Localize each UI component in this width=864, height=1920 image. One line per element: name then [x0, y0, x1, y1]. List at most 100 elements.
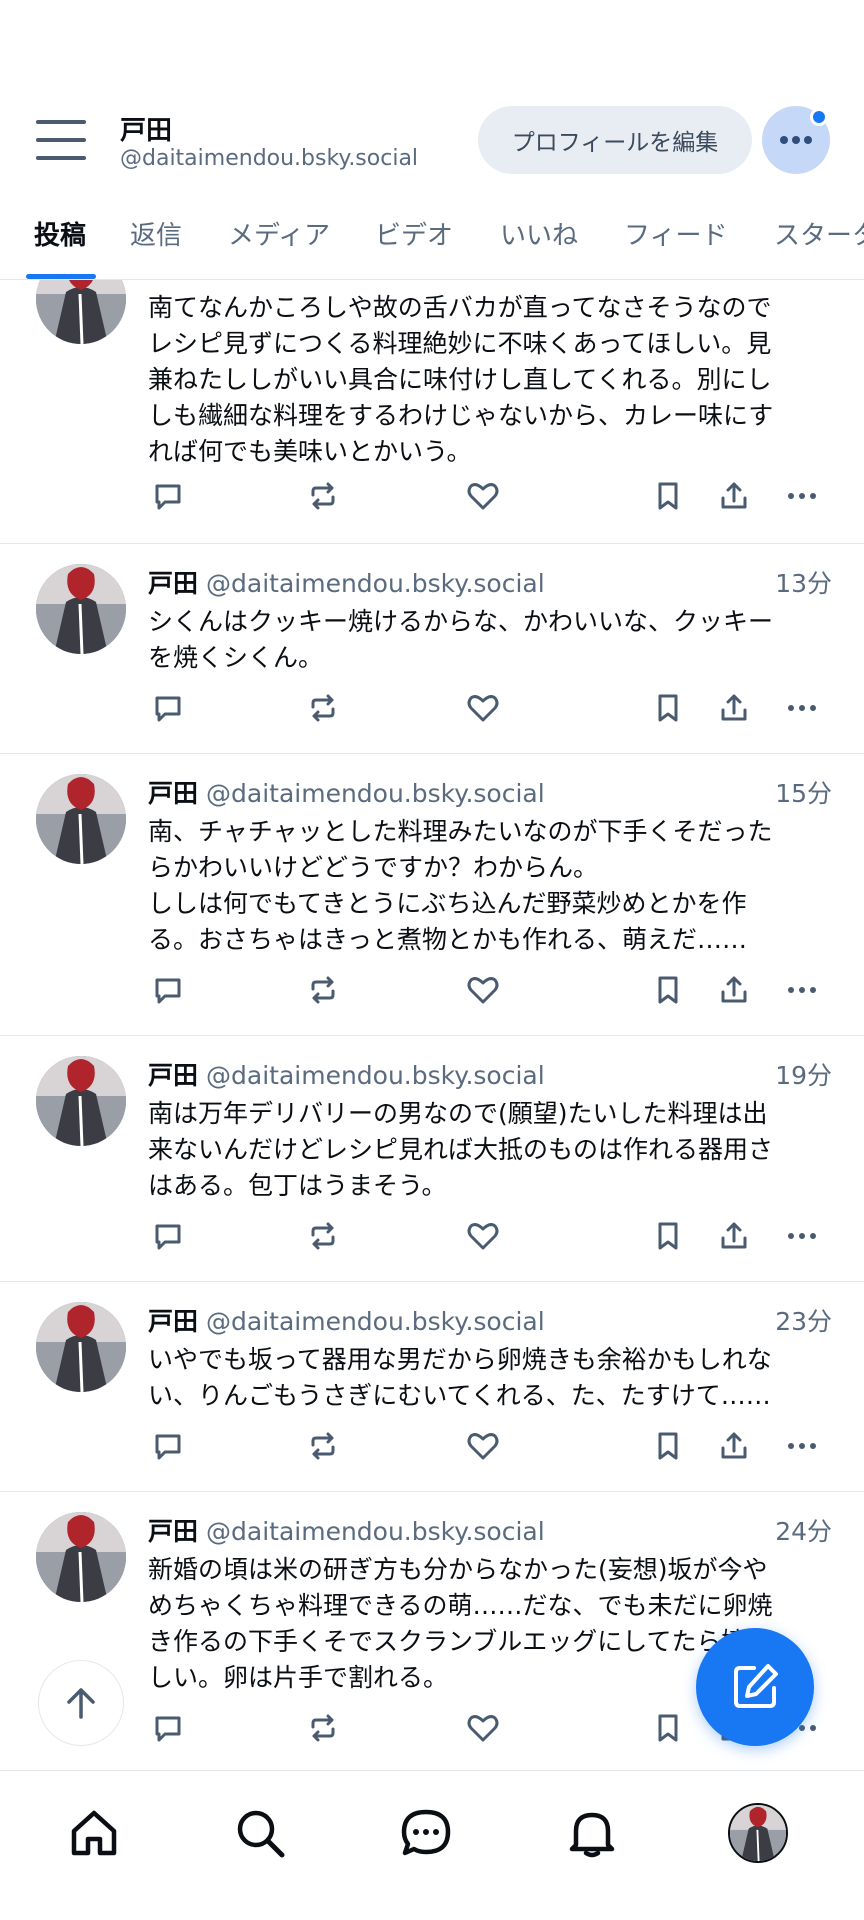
avatar[interactable] [36, 1302, 126, 1392]
repost-icon[interactable] [303, 476, 343, 516]
profile-handle: @daitaimendou.bsky.social [120, 146, 419, 171]
chat-icon[interactable] [394, 1801, 458, 1865]
post-author[interactable]: 戸田 [148, 1517, 198, 1546]
search-icon[interactable] [228, 1801, 292, 1865]
profile-avatar[interactable] [726, 1801, 790, 1865]
like-icon[interactable] [463, 476, 503, 516]
repost-icon[interactable] [303, 688, 343, 728]
post-handle[interactable]: @daitaimendou.bsky.social [206, 779, 545, 808]
like-icon[interactable] [463, 688, 503, 728]
post-actions [148, 1426, 838, 1466]
reply-icon[interactable] [148, 1708, 188, 1748]
repost-icon[interactable] [303, 1708, 343, 1748]
active-tab-indicator [26, 274, 96, 279]
post-item[interactable]: 戸田 @daitaimendou.bsky.social 19分 南は万年デリバリ… [0, 1036, 864, 1282]
bookmark-icon[interactable] [648, 476, 688, 516]
post-text: 南は万年デリバリーの男なので(願望)たいした料理は出 来ないんだけどレシピ見れば… [148, 1099, 774, 1200]
share-icon[interactable] [714, 1426, 754, 1466]
post-header: 戸田 @daitaimendou.bsky.social 19分 [148, 1056, 832, 1092]
avatar[interactable] [36, 564, 126, 654]
post-header: 戸田 @daitaimendou.bsky.social 23分 [148, 1302, 832, 1338]
profile-more-button[interactable] [762, 106, 830, 174]
like-icon[interactable] [463, 970, 503, 1010]
more-icon[interactable] [782, 970, 822, 1010]
avatar [728, 1803, 788, 1863]
post-text: シくんはクッキー焼けるからな、かわいいな、クッキー を焼くシくん。 [148, 607, 774, 672]
post-handle[interactable]: @daitaimendou.bsky.social [206, 1061, 545, 1090]
tab-videos[interactable]: ビデオ [375, 210, 453, 280]
more-icon[interactable] [782, 476, 822, 516]
notifications-icon[interactable] [560, 1801, 624, 1865]
share-icon[interactable] [714, 476, 754, 516]
avatar[interactable] [36, 280, 126, 344]
bookmark-icon[interactable] [648, 1216, 688, 1256]
avatar[interactable] [36, 1512, 126, 1602]
bookmark-icon[interactable] [648, 688, 688, 728]
reply-icon[interactable] [148, 1426, 188, 1466]
profile-tabs: 投稿 返信 メディア ビデオ いいね フィード スターター [0, 210, 864, 280]
like-icon[interactable] [463, 1708, 503, 1748]
repost-icon[interactable] [303, 970, 343, 1010]
avatar[interactable] [36, 1056, 126, 1146]
post-item[interactable]: 戸田 @daitaimendou.bsky.social 13分 シくんはクッキー… [0, 544, 864, 754]
post-timestamp[interactable]: 19分 [775, 1056, 832, 1092]
tab-replies[interactable]: 返信 [130, 210, 182, 280]
more-icon[interactable] [782, 1426, 822, 1466]
tab-starter-packs[interactable]: スターター [774, 210, 864, 280]
share-icon[interactable] [714, 970, 754, 1010]
reply-icon[interactable] [148, 476, 188, 516]
post-timestamp[interactable]: 13分 [775, 564, 832, 600]
post-actions [148, 970, 838, 1010]
post-author[interactable]: 戸田 [148, 1061, 198, 1090]
post-item[interactable]: 南てなんかころしや故の舌バカが直ってなさそうなので レシピ見ずにつくる料理絶妙に… [0, 280, 864, 544]
bookmark-icon[interactable] [648, 970, 688, 1010]
bookmark-icon[interactable] [648, 1708, 688, 1748]
post-header: 戸田 @daitaimendou.bsky.social 15分 [148, 774, 832, 810]
post-header: 戸田 @daitaimendou.bsky.social 13分 [148, 564, 832, 600]
post-text: 南、チャチャッとした料理みたいなのが下手くそだった らかわいいけどどうですか？わ… [148, 817, 773, 954]
profile-header: 戸田 @daitaimendou.bsky.social プロフィールを編集 投… [0, 0, 864, 280]
post-header: 戸田 @daitaimendou.bsky.social 24分 [148, 1512, 832, 1548]
post-timestamp[interactable]: 15分 [775, 774, 832, 810]
post-author[interactable]: 戸田 [148, 569, 198, 598]
post-feed[interactable]: 南てなんかころしや故の舌バカが直ってなさそうなので レシピ見ずにつくる料理絶妙に… [0, 280, 864, 1770]
more-icon[interactable] [782, 1216, 822, 1256]
compose-icon [734, 1664, 778, 1708]
avatar[interactable] [36, 774, 126, 864]
scroll-to-top-button[interactable] [38, 1660, 124, 1746]
post-timestamp[interactable]: 24分 [775, 1512, 832, 1548]
tab-likes[interactable]: いいね [500, 210, 578, 280]
edit-profile-button[interactable]: プロフィールを編集 [478, 106, 752, 174]
reply-icon[interactable] [148, 970, 188, 1010]
post-handle[interactable]: @daitaimendou.bsky.social [206, 1307, 545, 1336]
home-icon[interactable] [62, 1801, 126, 1865]
reply-icon[interactable] [148, 1216, 188, 1256]
post-timestamp[interactable]: 23分 [775, 1302, 832, 1338]
like-icon[interactable] [463, 1216, 503, 1256]
post-item[interactable]: 戸田 @daitaimendou.bsky.social 15分 南、チャチャッと… [0, 754, 864, 1036]
reply-icon[interactable] [148, 688, 188, 728]
share-icon[interactable] [714, 688, 754, 728]
tab-media[interactable]: メディア [228, 210, 330, 280]
compose-post-button[interactable] [696, 1628, 814, 1746]
repost-icon[interactable] [303, 1216, 343, 1256]
hamburger-menu-icon[interactable] [36, 120, 86, 160]
post-actions [148, 476, 838, 516]
post-handle[interactable]: @daitaimendou.bsky.social [206, 1517, 545, 1546]
like-icon[interactable] [463, 1426, 503, 1466]
post-text: いやでも坂って器用な男だから卵焼きも余裕かもしれな い、りんごもうさぎにむいてく… [148, 1345, 772, 1410]
profile-display-name: 戸田 [120, 116, 173, 146]
tab-feeds[interactable]: フィード [624, 210, 727, 280]
post-handle[interactable]: @daitaimendou.bsky.social [206, 569, 545, 598]
post-actions [148, 1216, 838, 1256]
tab-posts[interactable]: 投稿 [34, 210, 86, 280]
repost-icon[interactable] [303, 1426, 343, 1466]
more-icon[interactable] [782, 688, 822, 728]
post-author[interactable]: 戸田 [148, 1307, 198, 1336]
bookmark-icon[interactable] [648, 1426, 688, 1466]
post-item[interactable]: 戸田 @daitaimendou.bsky.social 23分 いやでも坂って器… [0, 1282, 864, 1492]
post-text: 南てなんかころしや故の舌バカが直ってなさそうなので レシピ見ずにつくる料理絶妙に… [148, 293, 774, 466]
post-actions [148, 688, 838, 728]
share-icon[interactable] [714, 1216, 754, 1256]
post-author[interactable]: 戸田 [148, 779, 198, 808]
